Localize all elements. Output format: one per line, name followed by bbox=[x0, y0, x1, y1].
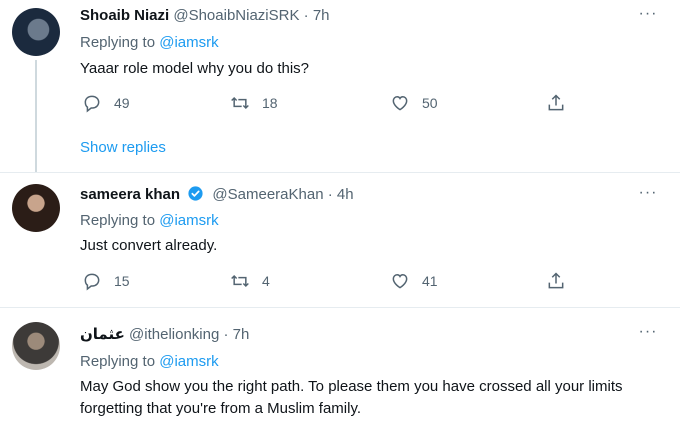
like-count: 41 bbox=[422, 273, 438, 289]
tweet-actions: 49 18 50 bbox=[80, 92, 580, 114]
tweet-shoaib-niazi[interactable]: Shoaib Niazi @ShoaibNiaziSRK · 7h ··· Re… bbox=[0, 0, 680, 172]
reply-button[interactable]: 49 bbox=[82, 92, 130, 114]
like-count: 50 bbox=[422, 95, 438, 111]
share-icon bbox=[548, 272, 564, 289]
reply-count: 49 bbox=[114, 95, 130, 111]
separator-dot: · bbox=[327, 186, 333, 203]
separator-dot: · bbox=[223, 326, 229, 343]
reply-count: 15 bbox=[114, 273, 130, 289]
verified-badge-icon bbox=[188, 186, 203, 201]
tweet-text: Just convert already. bbox=[80, 237, 218, 254]
retweet-count: 4 bbox=[262, 273, 270, 289]
display-name[interactable]: Shoaib Niazi bbox=[80, 7, 169, 24]
reply-icon bbox=[84, 95, 100, 113]
retweet-count: 18 bbox=[262, 95, 278, 111]
more-options-icon[interactable]: ··· bbox=[638, 6, 658, 28]
replying-to: Replying to @iamsrk bbox=[80, 352, 219, 372]
share-button[interactable] bbox=[546, 270, 566, 292]
mention-link[interactable]: @iamsrk bbox=[159, 353, 218, 370]
tweet-header: عثمان @ithelionking · 7h bbox=[80, 325, 249, 345]
avatar[interactable] bbox=[12, 8, 60, 56]
more-options-icon[interactable]: ··· bbox=[638, 324, 658, 346]
display-name[interactable]: عثمان bbox=[80, 326, 125, 343]
replying-to-label: Replying to bbox=[80, 34, 156, 51]
thread-connector-line bbox=[35, 60, 37, 172]
retweet-icon bbox=[231, 274, 249, 288]
user-handle[interactable]: @ShoaibNiaziSRK bbox=[173, 7, 299, 24]
separator-dot: · bbox=[303, 7, 309, 24]
heart-icon bbox=[392, 273, 408, 289]
tweet-text: Yaaar role model why you do this? bbox=[80, 60, 310, 77]
show-replies-link[interactable]: Show replies bbox=[80, 138, 166, 158]
replying-to-label: Replying to bbox=[80, 212, 156, 229]
mention-link[interactable]: @iamsrk bbox=[159, 34, 218, 51]
reply-button[interactable]: 15 bbox=[82, 270, 130, 292]
timestamp[interactable]: 4h bbox=[337, 186, 354, 203]
replying-to: Replying to @iamsrk bbox=[80, 33, 219, 53]
user-handle[interactable]: @ithelionking bbox=[129, 326, 219, 343]
replying-to: Replying to @iamsrk bbox=[80, 211, 219, 231]
like-button[interactable]: 50 bbox=[390, 92, 438, 114]
replying-to-label: Replying to bbox=[80, 353, 156, 370]
tweet-header: sameera khan @SameeraKhan · 4h bbox=[80, 185, 354, 205]
retweet-button[interactable]: 4 bbox=[230, 270, 270, 292]
more-options-icon[interactable]: ··· bbox=[638, 185, 658, 207]
retweet-icon bbox=[231, 96, 249, 110]
timestamp[interactable]: 7h bbox=[233, 326, 250, 343]
user-handle[interactable]: @SameeraKhan bbox=[212, 186, 323, 203]
timestamp[interactable]: 7h bbox=[313, 7, 330, 24]
tweet-ithelionking[interactable]: عثمان @ithelionking · 7h ··· Replying to… bbox=[0, 308, 680, 445]
share-button[interactable] bbox=[546, 92, 566, 114]
tweet-sameera-khan[interactable]: sameera khan @SameeraKhan · 4h ··· Reply… bbox=[0, 173, 680, 307]
like-button[interactable]: 41 bbox=[390, 270, 438, 292]
avatar[interactable] bbox=[12, 184, 60, 232]
mention-link[interactable]: @iamsrk bbox=[159, 212, 218, 229]
tweet-actions: 15 4 41 bbox=[80, 270, 580, 292]
reply-icon bbox=[84, 273, 100, 291]
retweet-button[interactable]: 18 bbox=[230, 92, 278, 114]
heart-icon bbox=[392, 95, 408, 111]
share-icon bbox=[548, 94, 564, 111]
tweet-header: Shoaib Niazi @ShoaibNiaziSRK · 7h bbox=[80, 6, 330, 26]
tweet-text: May God show you the right path. To plea… bbox=[80, 378, 623, 417]
avatar[interactable] bbox=[12, 322, 60, 370]
display-name[interactable]: sameera khan bbox=[80, 186, 180, 203]
